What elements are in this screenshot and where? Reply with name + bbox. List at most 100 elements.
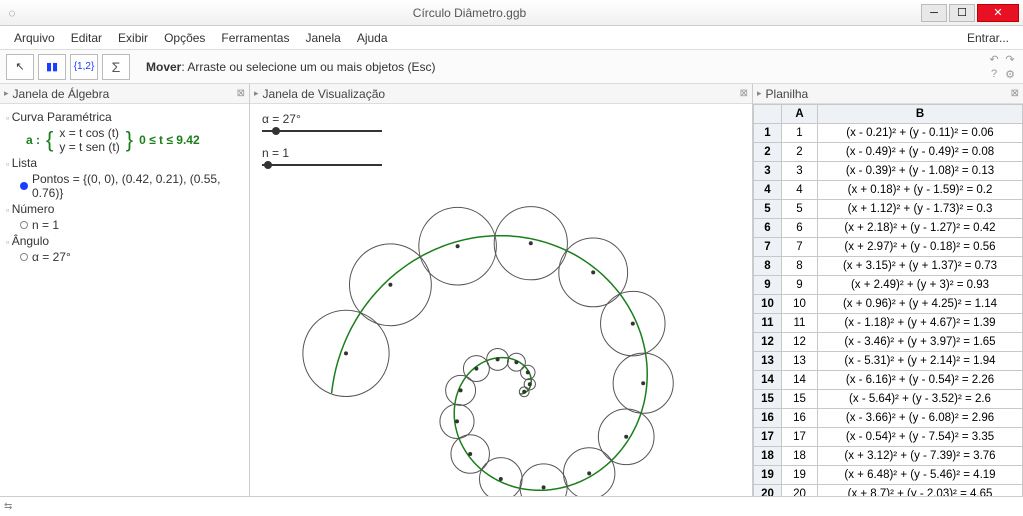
row-header[interactable]: 6 [754, 219, 782, 238]
spreadsheet-table[interactable]: A B 1 1 (x - 0.21)² + (y - 0.11)² = 0.06… [753, 104, 1023, 496]
cell-b[interactable]: (x + 6.48)² + (y - 5.46)² = 4.19 [818, 466, 1023, 485]
cell-b[interactable]: (x - 1.18)² + (y + 4.67)² = 1.39 [818, 314, 1023, 333]
settings-icon[interactable]: ⚙ [1003, 67, 1017, 81]
cell-b[interactable]: (x - 3.46)² + (y + 3.97)² = 1.65 [818, 333, 1023, 352]
row-header[interactable]: 16 [754, 409, 782, 428]
cell-a[interactable]: 8 [782, 257, 818, 276]
cat-curve[interactable]: Curva Paramétrica [6, 110, 243, 124]
object-alpha[interactable]: α = 27° [20, 250, 243, 264]
set-tool[interactable]: {1,2} [70, 54, 98, 80]
menu-editar[interactable]: Editar [63, 29, 110, 47]
cell-b[interactable]: (x + 0.18)² + (y - 1.59)² = 0.2 [818, 181, 1023, 200]
stats-tool[interactable]: ▮▮ [38, 54, 66, 80]
maximize-button[interactable]: ☐ [949, 4, 975, 22]
menu-janela[interactable]: Janela [297, 29, 348, 47]
cell-a[interactable]: 7 [782, 238, 818, 257]
cell-b[interactable]: (x - 3.66)² + (y - 6.08)² = 2.96 [818, 409, 1023, 428]
cell-a[interactable]: 3 [782, 162, 818, 181]
minimize-button[interactable]: ─ [921, 4, 947, 22]
cell-b[interactable]: (x + 3.12)² + (y - 7.39)² = 3.76 [818, 447, 1023, 466]
table-row[interactable]: 4 4 (x + 0.18)² + (y - 1.59)² = 0.2 [754, 181, 1023, 200]
row-header[interactable]: 5 [754, 200, 782, 219]
table-row[interactable]: 9 9 (x + 2.49)² + (y + 3)² = 0.93 [754, 276, 1023, 295]
object-pontos[interactable]: Pontos = {(0, 0), (0.42, 0.21), (0.55, 0… [20, 172, 243, 200]
close-panel-icon[interactable]: ⊠ [740, 88, 748, 99]
redo-icon[interactable]: ↷ [1003, 52, 1017, 66]
toggle-algebra-icon[interactable]: ⇆ [4, 501, 12, 512]
cell-a[interactable]: 14 [782, 371, 818, 390]
object-a[interactable]: a : { x = t cos (t) y = t sen (t) } 0 ≤ … [20, 126, 243, 154]
row-header[interactable]: 15 [754, 390, 782, 409]
row-header[interactable]: 19 [754, 466, 782, 485]
table-row[interactable]: 16 16 (x - 3.66)² + (y - 6.08)² = 2.96 [754, 409, 1023, 428]
cell-b[interactable]: (x + 1.12)² + (y - 1.73)² = 0.3 [818, 200, 1023, 219]
undo-icon[interactable]: ↶ [987, 52, 1001, 66]
cell-a[interactable]: 5 [782, 200, 818, 219]
cell-a[interactable]: 16 [782, 409, 818, 428]
cell-b[interactable]: (x + 0.96)² + (y + 4.25)² = 1.14 [818, 295, 1023, 314]
cell-a[interactable]: 12 [782, 333, 818, 352]
table-row[interactable]: 13 13 (x - 5.31)² + (y + 2.14)² = 1.94 [754, 352, 1023, 371]
col-header-b[interactable]: B [818, 105, 1023, 124]
menu-ajuda[interactable]: Ajuda [349, 29, 396, 47]
row-header[interactable]: 11 [754, 314, 782, 333]
table-row[interactable]: 12 12 (x - 3.46)² + (y + 3.97)² = 1.65 [754, 333, 1023, 352]
table-row[interactable]: 11 11 (x - 1.18)² + (y + 4.67)² = 1.39 [754, 314, 1023, 333]
cell-a[interactable]: 19 [782, 466, 818, 485]
row-header[interactable]: 13 [754, 352, 782, 371]
cell-a[interactable]: 17 [782, 428, 818, 447]
cell-b[interactable]: (x - 6.16)² + (y - 0.54)² = 2.26 [818, 371, 1023, 390]
close-button[interactable]: ✕ [977, 4, 1019, 22]
cell-a[interactable]: 20 [782, 485, 818, 497]
signin-link[interactable]: Entrar... [967, 31, 1017, 45]
corner-cell[interactable] [754, 105, 782, 124]
cell-b[interactable]: (x + 3.15)² + (y + 1.37)² = 0.73 [818, 257, 1023, 276]
col-header-a[interactable]: A [782, 105, 818, 124]
cell-a[interactable]: 9 [782, 276, 818, 295]
row-header[interactable]: 4 [754, 181, 782, 200]
cell-a[interactable]: 13 [782, 352, 818, 371]
table-row[interactable]: 2 2 (x - 0.49)² + (y - 0.49)² = 0.08 [754, 143, 1023, 162]
table-row[interactable]: 7 7 (x + 2.97)² + (y - 0.18)² = 0.56 [754, 238, 1023, 257]
row-header[interactable]: 14 [754, 371, 782, 390]
cell-b[interactable]: (x - 5.31)² + (y + 2.14)² = 1.94 [818, 352, 1023, 371]
table-row[interactable]: 15 15 (x - 5.64)² + (y - 3.52)² = 2.6 [754, 390, 1023, 409]
object-n[interactable]: n = 1 [20, 218, 243, 232]
row-header[interactable]: 1 [754, 124, 782, 143]
cat-angulo[interactable]: Ângulo [6, 234, 243, 248]
visibility-dot[interactable] [20, 221, 28, 229]
cell-b[interactable]: (x - 5.64)² + (y - 3.52)² = 2.6 [818, 390, 1023, 409]
cell-a[interactable]: 6 [782, 219, 818, 238]
table-row[interactable]: 17 17 (x - 0.54)² + (y - 7.54)² = 3.35 [754, 428, 1023, 447]
move-tool[interactable]: ↖ [6, 54, 34, 80]
spreadsheet-header[interactable]: ▸ Planilha ⊠ [753, 84, 1023, 104]
menu-opcoes[interactable]: Opções [156, 29, 213, 47]
cell-a[interactable]: 15 [782, 390, 818, 409]
menu-arquivo[interactable]: Arquivo [6, 29, 63, 47]
cell-a[interactable]: 18 [782, 447, 818, 466]
row-header[interactable]: 8 [754, 257, 782, 276]
graphics-canvas[interactable]: α = 27° n = 1 [250, 104, 752, 496]
cell-b[interactable]: (x + 8.7)² + (y - 2.03)² = 4.65 [818, 485, 1023, 497]
row-header[interactable]: 3 [754, 162, 782, 181]
table-row[interactable]: 5 5 (x + 1.12)² + (y - 1.73)² = 0.3 [754, 200, 1023, 219]
cell-b[interactable]: (x - 0.21)² + (y - 0.11)² = 0.06 [818, 124, 1023, 143]
visibility-dot[interactable] [20, 182, 28, 190]
table-row[interactable]: 1 1 (x - 0.21)² + (y - 0.11)² = 0.06 [754, 124, 1023, 143]
close-panel-icon[interactable]: ⊠ [1011, 88, 1019, 99]
table-row[interactable]: 20 20 (x + 8.7)² + (y - 2.03)² = 4.65 [754, 485, 1023, 497]
cell-a[interactable]: 10 [782, 295, 818, 314]
row-header[interactable]: 10 [754, 295, 782, 314]
command-input[interactable] [16, 499, 1019, 515]
row-header[interactable]: 7 [754, 238, 782, 257]
row-header[interactable]: 17 [754, 428, 782, 447]
cell-b[interactable]: (x + 2.18)² + (y - 1.27)² = 0.42 [818, 219, 1023, 238]
cat-numero[interactable]: Número [6, 202, 243, 216]
row-header[interactable]: 12 [754, 333, 782, 352]
row-header[interactable]: 9 [754, 276, 782, 295]
table-row[interactable]: 19 19 (x + 6.48)² + (y - 5.46)² = 4.19 [754, 466, 1023, 485]
row-header[interactable]: 18 [754, 447, 782, 466]
table-row[interactable]: 8 8 (x + 3.15)² + (y + 1.37)² = 0.73 [754, 257, 1023, 276]
cell-a[interactable]: 4 [782, 181, 818, 200]
table-row[interactable]: 18 18 (x + 3.12)² + (y - 7.39)² = 3.76 [754, 447, 1023, 466]
